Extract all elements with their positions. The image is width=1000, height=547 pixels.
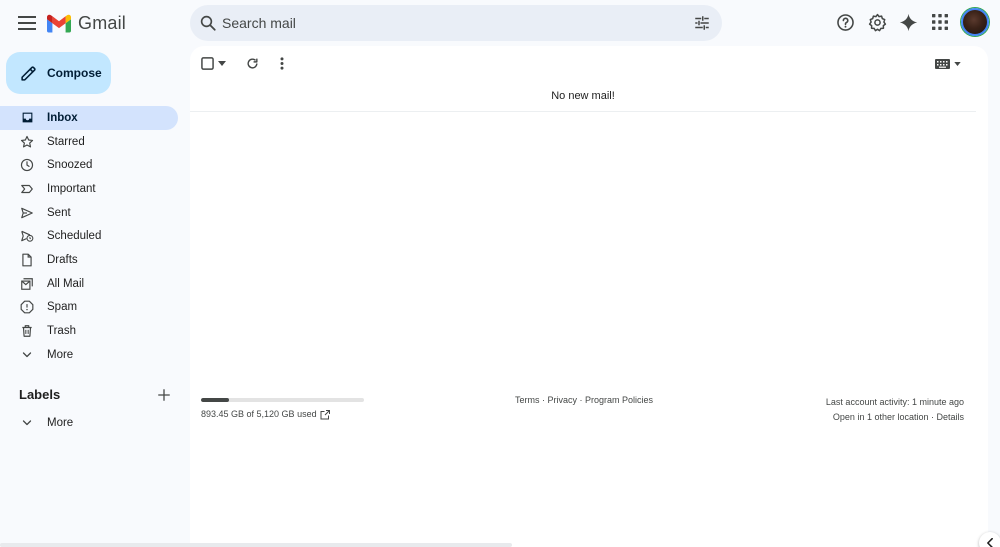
footer-separator: · — [577, 395, 586, 405]
draft-icon — [20, 253, 34, 267]
sidebar-item-inbox[interactable]: Inbox — [0, 106, 178, 130]
input-tools-dropdown-icon[interactable] — [954, 62, 961, 66]
select-all-checkbox[interactable] — [201, 57, 214, 70]
app-title: Gmail — [78, 12, 127, 33]
sidebar-item-snoozed[interactable]: Snoozed — [0, 153, 178, 177]
sidebar-item-sent[interactable]: Sent — [0, 201, 178, 225]
star-icon — [20, 135, 34, 149]
labels-more-container: More — [0, 411, 178, 435]
spam-icon — [20, 300, 34, 314]
search-bar — [190, 5, 722, 41]
compose-button[interactable]: Compose — [6, 52, 111, 94]
sidebar-item-all-mail[interactable]: All Mail — [0, 272, 178, 296]
empty-inbox-message: No new mail! — [551, 90, 615, 102]
sidebar-item-label: Snoozed — [47, 159, 93, 172]
compose-label: Compose — [47, 66, 102, 80]
sidebar-item-label: Drafts — [47, 253, 78, 266]
chevron-left-icon — [987, 538, 993, 547]
tune-icon[interactable] — [693, 14, 711, 32]
search-icon[interactable] — [199, 14, 217, 32]
sidebar-item-label: All Mail — [47, 277, 85, 290]
footer-links: Terms · Privacy · Program Policies — [515, 395, 653, 405]
labels-more-label: More — [47, 416, 74, 429]
sidebar-item-label: Scheduled — [47, 230, 102, 243]
divider — [190, 111, 976, 112]
last-activity-text: Last account activity: 1 minute ago — [825, 397, 964, 407]
sidebar-item-label: Sent — [47, 206, 71, 219]
top-bar: Gmail — [0, 0, 1000, 46]
chevron-down-icon — [20, 348, 34, 362]
details-link[interactable]: Details — [936, 412, 964, 422]
sidebar-item-label: Starred — [47, 135, 85, 148]
program-policies-link[interactable]: Program Policies — [585, 395, 653, 405]
gmail-logo[interactable]: Gmail — [47, 11, 126, 35]
labels-heading: Labels — [19, 387, 61, 402]
important-icon — [20, 182, 34, 196]
sparkle-icon[interactable] — [898, 12, 918, 32]
sidebar-item-label: More — [47, 348, 74, 361]
horizontal-scrollbar[interactable] — [0, 543, 512, 547]
other-location-text: Open in 1 other location · Details — [826, 410, 964, 425]
more-vert-icon[interactable] — [280, 57, 284, 70]
sidebar-item-label: Important — [47, 182, 96, 195]
storage-usage-text[interactable]: 893.45 GB of 5,120 GB used — [201, 409, 317, 419]
search-input[interactable] — [222, 5, 682, 41]
account-activity: Last account activity: 1 minute ago Open… — [826, 395, 964, 425]
terms-link[interactable]: Terms — [515, 395, 540, 405]
open-in-new-icon[interactable] — [319, 408, 331, 420]
footer-separator: · — [539, 395, 548, 405]
inbox-icon — [20, 111, 34, 125]
sidebar-nav: Inbox Starred Snoozed Important Sent Sch… — [0, 106, 180, 367]
sidebar-item-more[interactable]: More — [0, 343, 178, 367]
plus-icon[interactable] — [156, 387, 172, 403]
sidebar-item-spam[interactable]: Spam — [0, 296, 178, 320]
chevron-down-icon — [20, 416, 34, 430]
storage-progress-bar — [201, 398, 364, 402]
sidebar-item-scheduled[interactable]: Scheduled — [0, 224, 178, 248]
privacy-link[interactable]: Privacy — [548, 395, 578, 405]
sidebar-item-label: Spam — [47, 301, 78, 314]
storage-progress-fill — [201, 398, 230, 402]
sidebar-item-drafts[interactable]: Drafts — [0, 248, 178, 272]
apps-grid-icon[interactable] — [930, 12, 950, 32]
sidebar-item-starred[interactable]: Starred — [0, 130, 178, 154]
select-dropdown-icon[interactable] — [218, 61, 226, 66]
hamburger-icon[interactable] — [14, 10, 40, 36]
refresh-icon[interactable] — [246, 57, 259, 70]
sidebar-item-important[interactable]: Important — [0, 177, 178, 201]
gmail-m-icon — [47, 14, 71, 32]
labels-more-button[interactable]: More — [0, 411, 178, 435]
avatar[interactable] — [961, 8, 989, 36]
collapse-side-panel-button[interactable] — [979, 532, 1000, 547]
clock-icon — [20, 158, 34, 172]
keyboard-icon[interactable] — [935, 59, 950, 69]
sidebar-item-label: Trash — [47, 325, 76, 338]
send-icon — [20, 206, 34, 220]
scheduled-icon — [20, 229, 34, 243]
trash-icon — [20, 324, 34, 338]
other-location-prefix: Open in 1 other location · — [832, 412, 937, 422]
pencil-icon — [21, 65, 36, 81]
all-mail-icon — [20, 277, 34, 291]
gear-icon[interactable] — [867, 12, 887, 32]
main-panel: No new mail! 893.45 GB of 5,120 GB used … — [190, 46, 988, 547]
help-icon[interactable] — [835, 12, 855, 32]
sidebar-item-label: Inbox — [47, 111, 78, 124]
sidebar-item-trash[interactable]: Trash — [0, 319, 178, 343]
